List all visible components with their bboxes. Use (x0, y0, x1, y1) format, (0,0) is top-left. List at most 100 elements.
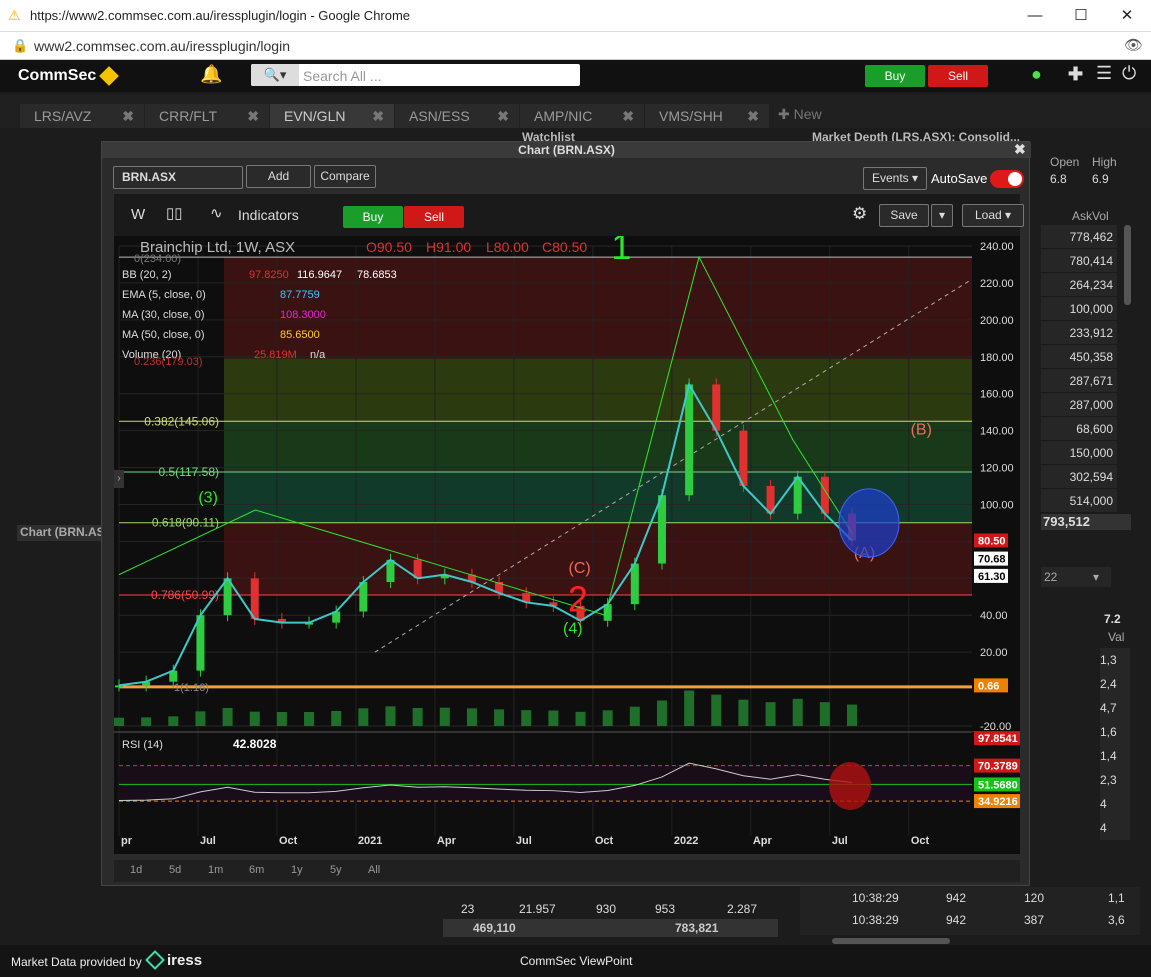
rsi-tag: 34.9216 (978, 796, 1018, 808)
range-button-1m[interactable]: 1m (208, 864, 223, 876)
volume-bar (819, 702, 830, 726)
ema-value: 87.7759 (280, 289, 320, 301)
tab-label: ASN/ESS (409, 108, 470, 124)
tab-crr-flt[interactable]: CRR/FLT ✖ (145, 104, 269, 128)
price-axis-label: 200.00 (980, 315, 1014, 327)
depth-val-cell: 1,3 (1100, 648, 1130, 672)
price-chart-svg[interactable]: 0.382(145.06) 0.5(117.58) 0.618(90.11) 0.78… (114, 236, 1020, 854)
volume-bar (439, 707, 450, 726)
site-info-icon[interactable]: ⚠ (8, 7, 22, 23)
wave-label: (4) (563, 621, 583, 638)
x-axis-label: Jul (516, 835, 532, 847)
tab-amp-nic[interactable]: AMP/NIC ✖ (520, 104, 644, 128)
add-icon[interactable]: ✚ (1068, 64, 1083, 85)
close-chart-icon[interactable]: ✖ (1014, 141, 1026, 158)
search-box[interactable]: 🔍▾ Search All ... (251, 64, 580, 86)
load-dropdown[interactable]: Load ▾ (962, 204, 1024, 227)
chart-area[interactable]: W ▯▯ ∿ Indicators Buy Sell ⚙ Save ▾ Load… (114, 194, 1024, 854)
symbol-input[interactable]: BRN.ASX (113, 166, 243, 189)
volume-bar (629, 706, 640, 726)
settings-gear-icon[interactable]: ⚙ (852, 204, 867, 224)
close-tab-icon[interactable]: ✖ (247, 104, 259, 128)
vertical-scrollbar[interactable] (1124, 225, 1131, 305)
range-button-5y[interactable]: 5y (330, 864, 342, 876)
tab-asn-ess[interactable]: ASN/ESS ✖ (395, 104, 519, 128)
chart-sell-button[interactable]: Sell (404, 206, 464, 228)
load-label: Load (974, 208, 1002, 222)
app-sell-button[interactable]: Sell (928, 65, 988, 87)
menu-icon[interactable]: ☰ (1096, 63, 1112, 84)
depth-val-cell: 1,6 (1100, 720, 1130, 744)
expand-panel-icon[interactable]: › (114, 470, 124, 488)
lightbulb-icon[interactable]: ● (1031, 64, 1042, 85)
wave-label: (C) (569, 560, 591, 577)
depth-select[interactable]: 22 ▾ (1041, 567, 1111, 587)
wave-label: 1 (611, 236, 631, 267)
search-input[interactable]: Search All ... (303, 68, 382, 84)
autosave-toggle[interactable] (990, 170, 1024, 188)
volume-bar (141, 717, 152, 726)
chart-buy-button[interactable]: Buy (343, 206, 403, 228)
close-tab-icon[interactable]: ✖ (372, 104, 384, 128)
close-tab-icon[interactable]: ✖ (747, 104, 759, 128)
volume-bar (656, 700, 667, 726)
new-tab-button[interactable]: ✚ New (778, 106, 822, 123)
indicators-icon[interactable]: ∿ (210, 204, 223, 222)
tab-label: EVN/GLN (284, 108, 346, 124)
range-button-1y[interactable]: 1y (291, 864, 303, 876)
tab-evn-gln[interactable]: EVN/GLN ✖ (270, 104, 394, 128)
horizontal-scrollbar[interactable] (832, 938, 950, 944)
range-button-All[interactable]: All (368, 864, 380, 876)
tab-vms-shh[interactable]: VMS/SHH ✖ (645, 104, 769, 128)
volume-bar (331, 711, 342, 726)
bb-value: 78.6853 (357, 269, 397, 281)
askvol-cell: 778,462 (1041, 225, 1117, 249)
trade-price: 942 (946, 913, 967, 927)
bb-label: BB (20, 2) (122, 269, 172, 281)
power-icon[interactable]: ⏻ (1122, 63, 1136, 84)
app-buy-button[interactable]: Buy (865, 65, 925, 87)
trades-table: 10:38:29 942 120 1,1 10:38:29 942 387 3,… (800, 887, 1140, 935)
ohlc-high: H91.00 (426, 239, 471, 255)
interval-button[interactable]: W (131, 206, 145, 223)
minimize-icon[interactable]: — (1012, 0, 1058, 32)
compare-button[interactable]: Compare (314, 165, 376, 188)
tab-label: CRR/FLT (159, 108, 218, 124)
range-button-1d[interactable]: 1d (130, 864, 142, 876)
indicators-button[interactable]: Indicators (238, 207, 299, 223)
range-button-6m[interactable]: 6m (249, 864, 264, 876)
close-tab-icon[interactable]: ✖ (622, 104, 634, 128)
fib-label: 0.236(179.03) (134, 356, 203, 368)
trade-price: 942 (946, 891, 967, 905)
close-tab-icon[interactable]: ✖ (122, 104, 134, 128)
highlight-circle (838, 488, 900, 558)
eye-icon[interactable]: 👁 (1124, 36, 1143, 54)
url-text[interactable]: www2.commsec.com.au/iressplugin/login (34, 38, 290, 54)
search-icon[interactable]: 🔍▾ (251, 64, 299, 86)
maximize-icon[interactable]: ☐ (1058, 0, 1104, 32)
autosave-label: AutoSave (931, 171, 988, 186)
chart-window-title: Chart (BRN.ASX) (102, 142, 1031, 158)
fib-zone (224, 358, 972, 422)
candle-body (739, 430, 748, 486)
candle-body (685, 384, 694, 496)
add-button[interactable]: Add (246, 165, 311, 188)
candle-type-icon[interactable]: ▯▯ (166, 204, 183, 222)
bell-icon[interactable]: 🔔 (200, 64, 222, 85)
tab-lrs-avz[interactable]: LRS/AVZ ✖ (20, 104, 144, 128)
candle-body (793, 476, 802, 514)
trade-val: 1,1 (1108, 891, 1125, 905)
events-dropdown[interactable]: Events ▾ (863, 167, 927, 190)
range-button-5d[interactable]: 5d (169, 864, 181, 876)
open-value: 6.8 (1050, 172, 1067, 186)
address-bar[interactable]: 🔒 www2.commsec.com.au/iressplugin/login … (0, 32, 1151, 60)
close-tab-icon[interactable]: ✖ (497, 104, 509, 128)
commsec-logo: CommSec (18, 67, 97, 84)
save-button[interactable]: Save (879, 204, 929, 227)
wave-label: 2 (568, 579, 588, 620)
minimized-chart-panel[interactable]: Chart (BRN.AS (17, 525, 107, 541)
price-axis-label: 220.00 (980, 278, 1014, 290)
x-axis-label: Jul (832, 835, 848, 847)
close-window-icon[interactable]: ✕ (1104, 0, 1150, 32)
save-dropdown-icon[interactable]: ▾ (931, 204, 953, 227)
